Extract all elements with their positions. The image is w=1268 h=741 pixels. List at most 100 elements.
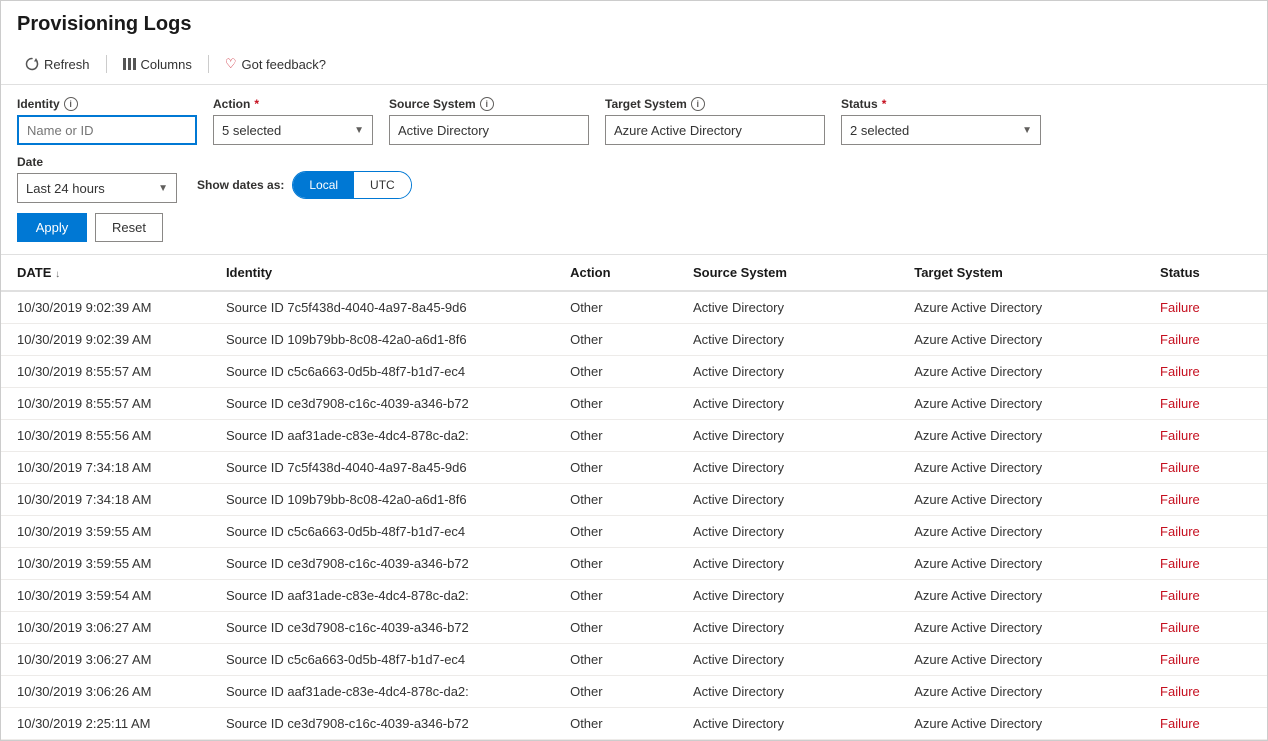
action-filter-group: Action * 5 selected ▼: [213, 97, 373, 145]
cell-action: Other: [554, 708, 677, 740]
action-label: Action *: [213, 97, 373, 111]
cell-date: 10/30/2019 3:06:26 AM: [1, 676, 210, 708]
cell-date: 10/30/2019 3:06:27 AM: [1, 612, 210, 644]
table-body: 10/30/2019 9:02:39 AM Source ID 7c5f438d…: [1, 291, 1267, 740]
cell-action: Other: [554, 356, 677, 388]
table-row[interactable]: 10/30/2019 3:59:55 AM Source ID c5c6a663…: [1, 516, 1267, 548]
cell-status: Failure: [1144, 612, 1267, 644]
cell-action: Other: [554, 516, 677, 548]
cell-status: Failure: [1144, 644, 1267, 676]
cell-source-system: Active Directory: [677, 644, 898, 676]
table-row[interactable]: 10/30/2019 3:59:54 AM Source ID aaf31ade…: [1, 580, 1267, 612]
reset-button[interactable]: Reset: [95, 213, 163, 242]
cell-source-system: Active Directory: [677, 516, 898, 548]
cell-date: 10/30/2019 3:06:27 AM: [1, 644, 210, 676]
cell-action: Other: [554, 291, 677, 324]
cell-source-system: Active Directory: [677, 420, 898, 452]
status-label: Status *: [841, 97, 1041, 111]
col-header-status: Status: [1144, 255, 1267, 291]
cell-source-system: Active Directory: [677, 452, 898, 484]
target-system-info-icon[interactable]: i: [691, 97, 705, 111]
cell-identity: Source ID aaf31ade-c83e-4dc4-878c-da2:: [210, 580, 554, 612]
toolbar: Refresh Columns ♡ Got feedback?: [17, 44, 1251, 76]
status-required: *: [882, 97, 887, 111]
cell-source-system: Active Directory: [677, 324, 898, 356]
table-row[interactable]: 10/30/2019 9:02:39 AM Source ID 7c5f438d…: [1, 291, 1267, 324]
table-row[interactable]: 10/30/2019 3:06:27 AM Source ID ce3d7908…: [1, 612, 1267, 644]
toggle-local-button[interactable]: Local: [293, 172, 354, 198]
cell-target-system: Azure Active Directory: [898, 708, 1144, 740]
filters-section: Identity i Action * 5 selected ▼ Source …: [1, 85, 1267, 255]
identity-info-icon[interactable]: i: [64, 97, 78, 111]
table-row[interactable]: 10/30/2019 3:06:27 AM Source ID c5c6a663…: [1, 644, 1267, 676]
cell-status: Failure: [1144, 676, 1267, 708]
date-chevron-icon: ▼: [158, 183, 168, 194]
cell-target-system: Azure Active Directory: [898, 644, 1144, 676]
apply-button[interactable]: Apply: [17, 213, 87, 242]
target-system-label: Target System i: [605, 97, 825, 111]
identity-input[interactable]: [17, 115, 197, 145]
cell-source-system: Active Directory: [677, 708, 898, 740]
cell-action: Other: [554, 644, 677, 676]
source-system-filter-group: Source System i Active Directory: [389, 97, 589, 145]
cell-source-system: Active Directory: [677, 676, 898, 708]
table-row[interactable]: 10/30/2019 3:06:26 AM Source ID aaf31ade…: [1, 676, 1267, 708]
col-header-date: DATE ↓: [1, 255, 210, 291]
source-system-info-icon[interactable]: i: [480, 97, 494, 111]
date-select[interactable]: Last 24 hours ▼: [17, 173, 177, 203]
cell-status: Failure: [1144, 516, 1267, 548]
refresh-button[interactable]: Refresh: [17, 53, 98, 76]
cell-source-system: Active Directory: [677, 291, 898, 324]
cell-identity: Source ID ce3d7908-c16c-4039-a346-b72: [210, 612, 554, 644]
cell-source-system: Active Directory: [677, 388, 898, 420]
cell-identity: Source ID 109b79bb-8c08-42a0-a6d1-8f6: [210, 324, 554, 356]
source-system-select[interactable]: Active Directory: [389, 115, 589, 145]
col-header-target-system: Target System: [898, 255, 1144, 291]
cell-date: 10/30/2019 9:02:39 AM: [1, 324, 210, 356]
identity-label: Identity i: [17, 97, 197, 111]
table-row[interactable]: 10/30/2019 8:55:57 AM Source ID c5c6a663…: [1, 356, 1267, 388]
table-row[interactable]: 10/30/2019 3:59:55 AM Source ID ce3d7908…: [1, 548, 1267, 580]
table-section: DATE ↓ Identity Action Source System Tar…: [1, 255, 1267, 740]
cell-action: Other: [554, 676, 677, 708]
cell-target-system: Azure Active Directory: [898, 484, 1144, 516]
cell-date: 10/30/2019 7:34:18 AM: [1, 484, 210, 516]
table-row[interactable]: 10/30/2019 9:02:39 AM Source ID 109b79bb…: [1, 324, 1267, 356]
cell-source-system: Active Directory: [677, 580, 898, 612]
columns-button[interactable]: Columns: [115, 53, 200, 76]
cell-target-system: Azure Active Directory: [898, 580, 1144, 612]
toggle-utc-button[interactable]: UTC: [354, 172, 411, 198]
cell-source-system: Active Directory: [677, 548, 898, 580]
separator: [106, 55, 107, 73]
filters-row-1: Identity i Action * 5 selected ▼ Source …: [17, 97, 1251, 145]
cell-status: Failure: [1144, 291, 1267, 324]
feedback-button[interactable]: ♡ Got feedback?: [217, 52, 334, 76]
sort-icon[interactable]: ↓: [55, 269, 60, 280]
cell-target-system: Azure Active Directory: [898, 676, 1144, 708]
action-select[interactable]: 5 selected ▼: [213, 115, 373, 145]
cell-status: Failure: [1144, 388, 1267, 420]
target-system-filter-group: Target System i Azure Active Directory: [605, 97, 825, 145]
table-row[interactable]: 10/30/2019 8:55:56 AM Source ID aaf31ade…: [1, 420, 1267, 452]
filters-row-2: Date Last 24 hours ▼ Show dates as: Loca…: [17, 155, 1251, 203]
cell-identity: Source ID 7c5f438d-4040-4a97-8a45-9d6: [210, 291, 554, 324]
table-row[interactable]: 10/30/2019 7:34:18 AM Source ID 109b79bb…: [1, 484, 1267, 516]
status-select[interactable]: 2 selected ▼: [841, 115, 1041, 145]
identity-filter-group: Identity i: [17, 97, 197, 145]
cell-date: 10/30/2019 8:55:57 AM: [1, 388, 210, 420]
cell-identity: Source ID aaf31ade-c83e-4dc4-878c-da2:: [210, 420, 554, 452]
table-row[interactable]: 10/30/2019 7:34:18 AM Source ID 7c5f438d…: [1, 452, 1267, 484]
col-header-identity: Identity: [210, 255, 554, 291]
table-row[interactable]: 10/30/2019 2:25:11 AM Source ID ce3d7908…: [1, 708, 1267, 740]
cell-action: Other: [554, 548, 677, 580]
target-system-select[interactable]: Azure Active Directory: [605, 115, 825, 145]
cell-action: Other: [554, 612, 677, 644]
cell-action: Other: [554, 452, 677, 484]
cell-source-system: Active Directory: [677, 484, 898, 516]
table-header-row: DATE ↓ Identity Action Source System Tar…: [1, 255, 1267, 291]
cell-date: 10/30/2019 8:55:56 AM: [1, 420, 210, 452]
cell-date: 10/30/2019 7:34:18 AM: [1, 452, 210, 484]
action-chevron-icon: ▼: [354, 125, 364, 136]
table-row[interactable]: 10/30/2019 8:55:57 AM Source ID ce3d7908…: [1, 388, 1267, 420]
cell-identity: Source ID ce3d7908-c16c-4039-a346-b72: [210, 708, 554, 740]
